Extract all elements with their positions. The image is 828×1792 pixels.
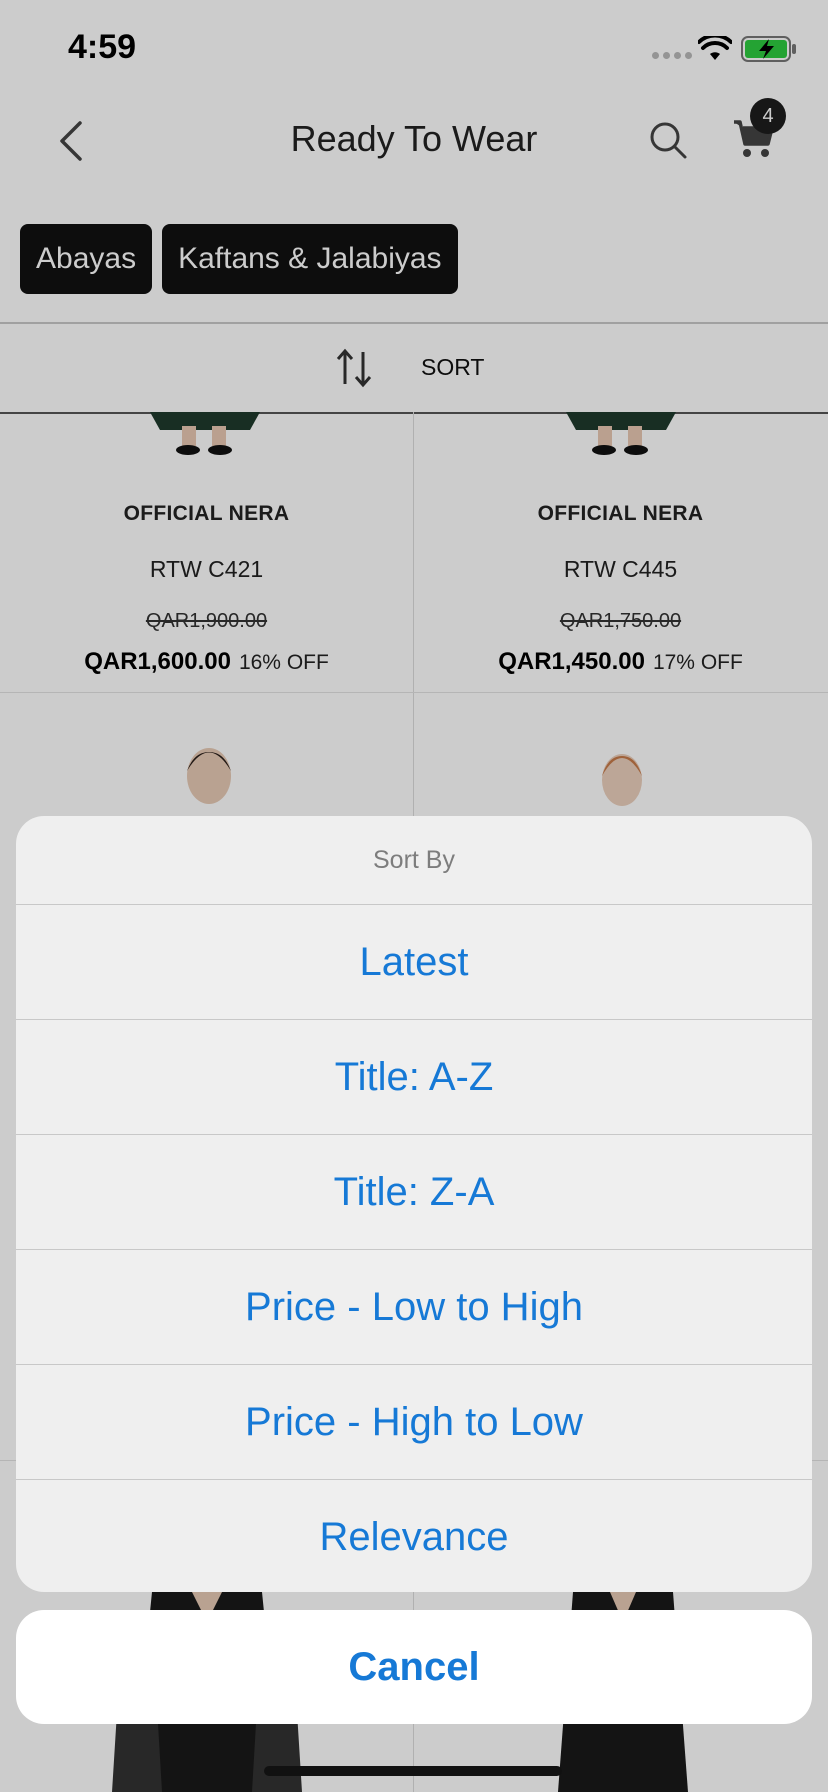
app-screen: 4:59 Ready To Wear 4 Abayas Kaftans & Ja… [0, 0, 828, 1792]
sort-option-title-z-a[interactable]: Title: Z-A [16, 1135, 812, 1250]
cancel-button[interactable]: Cancel [16, 1610, 812, 1724]
home-indicator [264, 1766, 562, 1776]
sort-option-price-high-low[interactable]: Price - High to Low [16, 1365, 812, 1480]
sort-option-title-a-z[interactable]: Title: A-Z [16, 1020, 812, 1135]
sort-action-sheet: Sort By Latest Title: A-Z Title: Z-A Pri… [16, 816, 812, 1592]
sort-option-latest[interactable]: Latest [16, 905, 812, 1020]
sort-option-relevance[interactable]: Relevance [16, 1480, 812, 1592]
sort-option-price-low-high[interactable]: Price - Low to High [16, 1250, 812, 1365]
action-sheet-title: Sort By [16, 816, 812, 905]
